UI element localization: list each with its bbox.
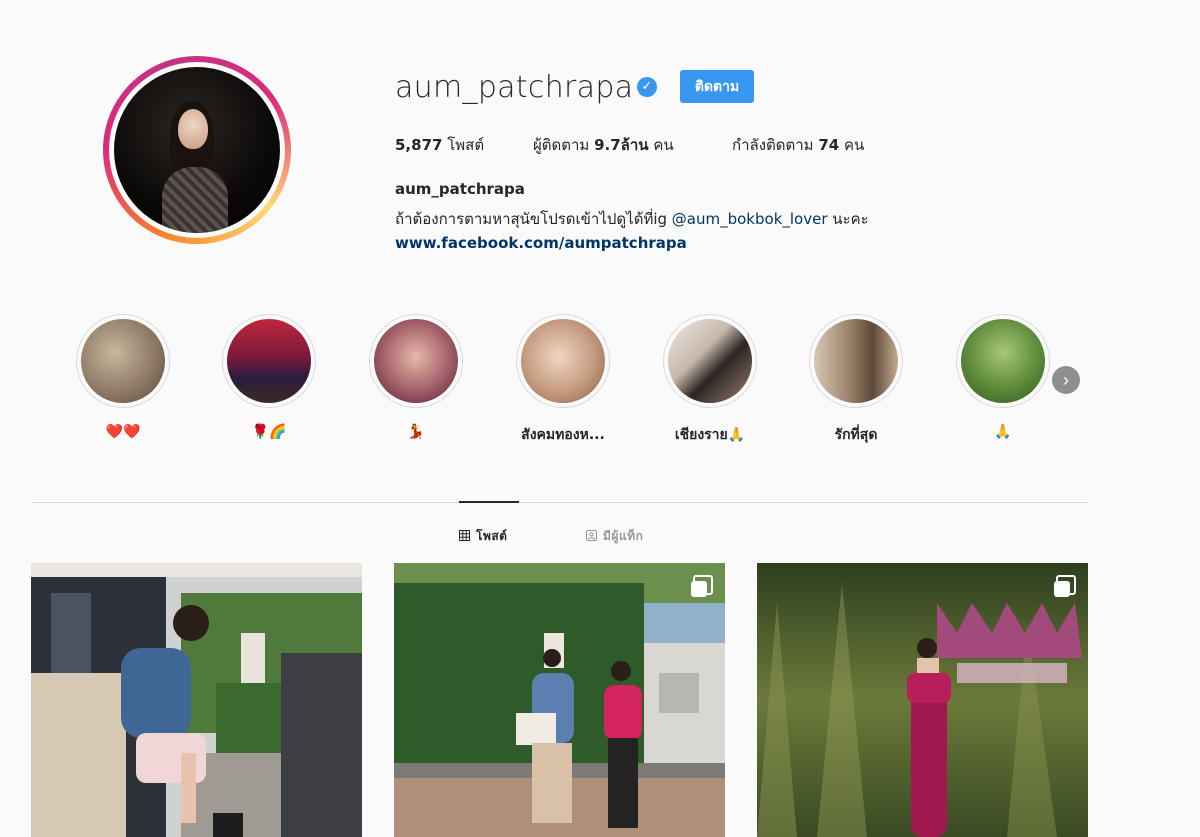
bio-mention-link[interactable]: @aum_bokbok_lover [672, 210, 828, 228]
highlight-cover [227, 319, 311, 403]
profile-username: aum_patchrapa [395, 70, 634, 105]
highlight-label: รักที่สุด [834, 427, 878, 443]
highlight-cover [81, 319, 165, 403]
bio-website-link[interactable]: www.facebook.com/aumpatchrapa [395, 234, 687, 252]
post-image [394, 563, 725, 837]
highlight-item[interactable]: สังคมทองห... [513, 314, 613, 446]
stat-followers[interactable]: ผู้ติดตาม 9.7ล้าน คน [533, 133, 674, 157]
highlight-item[interactable]: รักที่สุด [806, 314, 906, 446]
stat-posts: 5,877 โพสต์ [395, 136, 485, 154]
highlight-cover [961, 319, 1045, 403]
highlight-label: 🌹🌈 [251, 424, 287, 440]
post-image [757, 563, 1088, 837]
tab-posts[interactable]: โพสต์ [459, 527, 507, 546]
verified-badge-icon: ✓ [637, 77, 657, 97]
follow-button[interactable]: ติดตาม [680, 70, 754, 103]
highlight-cover [814, 319, 898, 403]
stat-following[interactable]: กำลังติดตาม 74 คน [732, 133, 864, 157]
highlight-label: 🙏 [994, 424, 1012, 440]
avatar-image [114, 67, 280, 233]
grid-icon [459, 530, 470, 541]
highlight-item[interactable]: 🌹🌈 [219, 314, 319, 440]
chevron-right-icon[interactable]: › [1052, 366, 1080, 394]
multiple-photos-icon [691, 575, 713, 597]
tab-tagged[interactable]: มีผู้แท็ก [586, 527, 643, 546]
post-thumbnail[interactable] [31, 563, 362, 837]
highlight-label: ❤️❤️ [105, 424, 141, 440]
active-tab-indicator [459, 501, 519, 503]
highlight-item[interactable]: ❤️❤️ [73, 314, 173, 440]
highlight-label: สังคมทองห... [521, 427, 605, 443]
bio-name: aum_patchrapa [395, 180, 525, 198]
bio-text: ถ้าต้องการตามหาสุนัขโปรดเข้าไปดูได้ที่ig… [395, 210, 869, 228]
highlight-cover [668, 319, 752, 403]
post-image [31, 563, 362, 837]
multiple-photos-icon [1054, 575, 1076, 597]
post-thumbnail[interactable] [394, 563, 725, 837]
highlight-item[interactable]: 💃 [366, 314, 466, 440]
highlight-cover [521, 319, 605, 403]
tabs-divider [32, 502, 1088, 503]
highlight-label: 💃 [407, 424, 425, 440]
highlight-cover [374, 319, 458, 403]
profile-avatar[interactable] [103, 56, 291, 244]
tagged-user-icon [586, 530, 597, 541]
post-thumbnail[interactable] [757, 563, 1088, 837]
highlight-label: เชียงราย🙏 [674, 427, 746, 443]
highlight-item[interactable]: เชียงราย🙏 [660, 314, 760, 446]
highlight-item[interactable]: 🙏 [953, 314, 1053, 440]
